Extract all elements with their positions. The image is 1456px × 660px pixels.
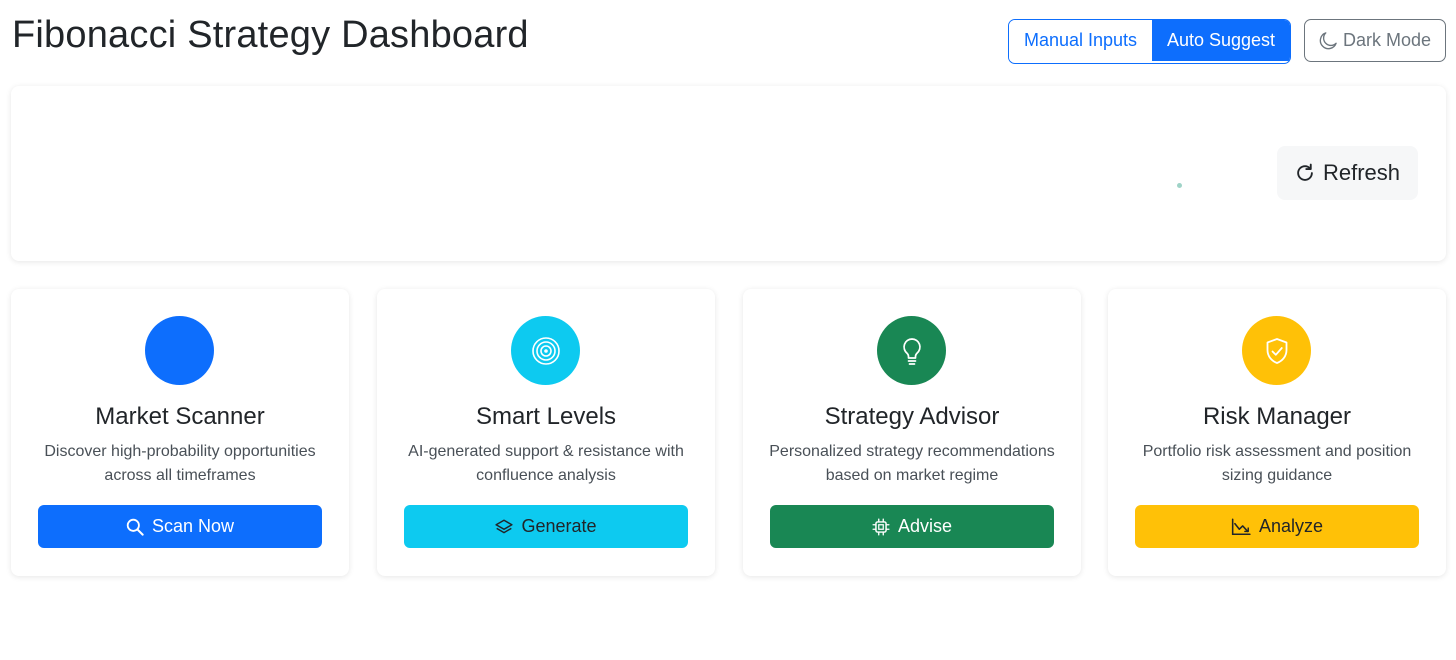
manual-inputs-button[interactable]: Manual Inputs (1009, 20, 1152, 61)
card-description: Discover high-probability opportunities … (44, 443, 316, 484)
loading-dot (1177, 183, 1182, 188)
cpu-icon (872, 517, 890, 536)
shield-check-icon (1242, 316, 1311, 385)
target-icon (511, 316, 580, 385)
card-description: Personalized strategy recommendations ba… (769, 443, 1055, 484)
card-title: Smart Levels (475, 403, 617, 430)
dark-mode-label: Dark Mode (1342, 30, 1432, 50)
market-scanner-circle-icon (145, 316, 214, 385)
scan-now-button[interactable]: Scan Now (38, 505, 322, 548)
generate-label: Generate (521, 516, 597, 536)
generate-button[interactable]: Generate (404, 505, 688, 548)
graph-down-icon (1231, 517, 1251, 536)
scan-now-label: Scan Now (151, 516, 235, 536)
overview-panel (11, 86, 1446, 261)
card-description: AI-generated support & resistance with c… (408, 443, 684, 484)
refresh-button[interactable]: Refresh (1277, 146, 1418, 200)
dark-mode-button[interactable]: Dark Mode (1304, 19, 1446, 62)
layers-icon (495, 518, 514, 536)
analyze-label: Analyze (1258, 516, 1324, 536)
mode-toggle-group: Manual Inputs Auto Suggest (1008, 19, 1291, 64)
market-scanner-card: Market Scanner Discover high-probability… (11, 289, 349, 576)
advise-button[interactable]: Advise (770, 505, 1054, 548)
smart-levels-card: Smart Levels AI-generated support & resi… (377, 289, 715, 576)
analyze-button[interactable]: Analyze (1135, 505, 1419, 548)
strategy-advisor-card: Strategy Advisor Personalized strategy r… (743, 289, 1081, 576)
page-title: Fibonacci Strategy Dashboard (12, 14, 529, 56)
refresh-icon (1295, 163, 1315, 183)
card-description: Portfolio risk assessment and position s… (1142, 443, 1412, 484)
advise-label: Advise (897, 516, 953, 536)
search-icon (126, 518, 144, 536)
card-title: Risk Manager (1202, 403, 1352, 430)
moon-icon (1319, 31, 1337, 50)
card-title: Market Scanner (95, 403, 265, 430)
risk-manager-card: Risk Manager Portfolio risk assessment a… (1108, 289, 1446, 576)
card-title: Strategy Advisor (824, 403, 1000, 430)
refresh-label: Refresh (1322, 160, 1401, 185)
auto-suggest-button[interactable]: Auto Suggest (1152, 20, 1290, 61)
lightbulb-icon (877, 316, 946, 385)
